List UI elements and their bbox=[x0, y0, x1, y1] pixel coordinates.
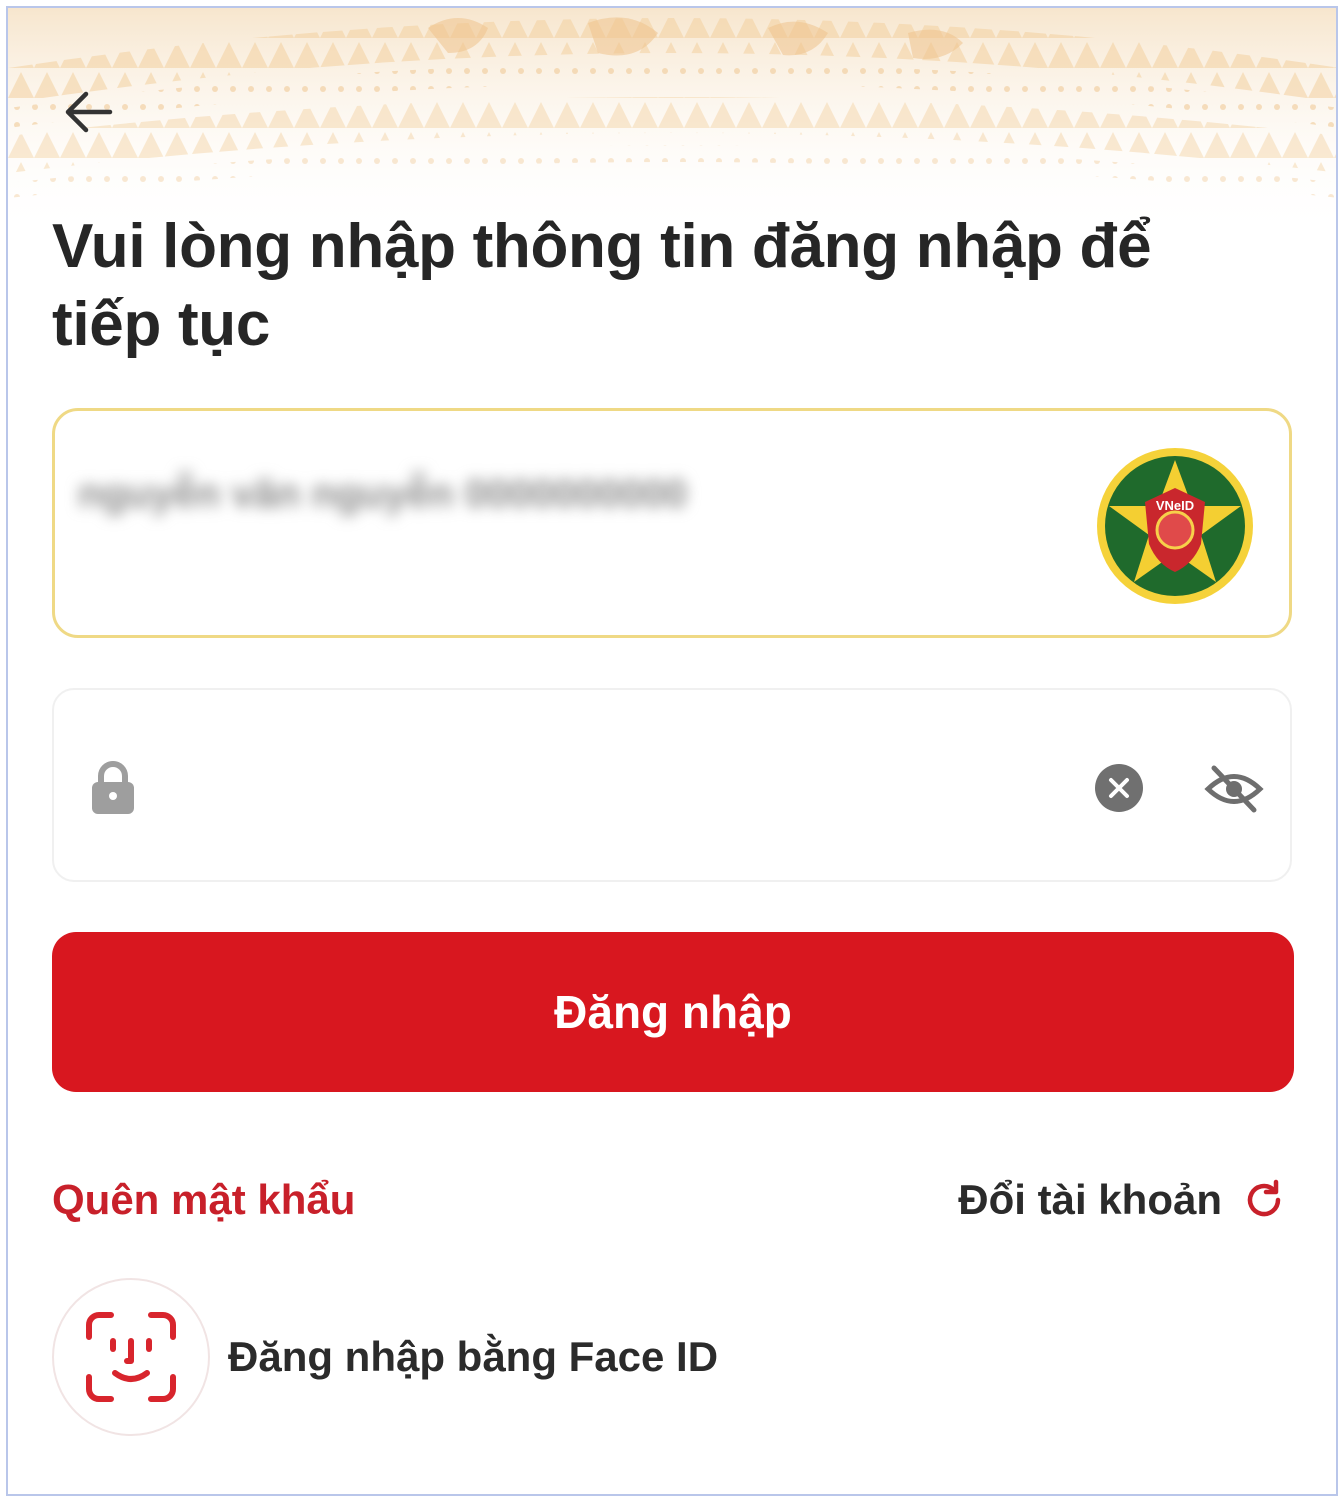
faceid-label: Đăng nhập bằng Face ID bbox=[228, 1333, 719, 1380]
lock-icon bbox=[92, 761, 134, 814]
faceid-icon-wrapper bbox=[52, 1278, 210, 1436]
decorative-pattern-banner bbox=[8, 8, 1336, 238]
page-title: Vui lòng nhập thông tin đăng nhập để tiế… bbox=[52, 212, 1152, 359]
back-button[interactable] bbox=[56, 80, 120, 144]
eye-slash-icon[interactable] bbox=[1204, 764, 1264, 814]
arrow-left-icon bbox=[65, 91, 113, 133]
login-screen: Vui lòng nhập thông tin đăng nhập để tiế… bbox=[6, 6, 1338, 1496]
switch-account-label: Đổi tài khoản bbox=[958, 1176, 1222, 1223]
vneid-police-badge-icon: VNeID bbox=[1097, 448, 1253, 604]
refresh-icon bbox=[1247, 1179, 1281, 1217]
username-value-blurred: nguyễn văn nguyễn 0000000000 bbox=[78, 472, 688, 516]
face-id-icon bbox=[86, 1312, 176, 1402]
forgot-password-link[interactable]: Quên mật khẩu bbox=[52, 1176, 355, 1224]
clear-circle-icon[interactable] bbox=[1094, 763, 1144, 813]
login-button[interactable]: Đăng nhập bbox=[52, 932, 1294, 1092]
faceid-login-button[interactable]: Đăng nhập bằng Face ID bbox=[52, 1278, 718, 1436]
switch-account-button[interactable]: Đổi tài khoản bbox=[958, 1176, 1286, 1224]
badge-text: VNeID bbox=[1156, 498, 1194, 513]
password-input[interactable] bbox=[158, 748, 1058, 828]
